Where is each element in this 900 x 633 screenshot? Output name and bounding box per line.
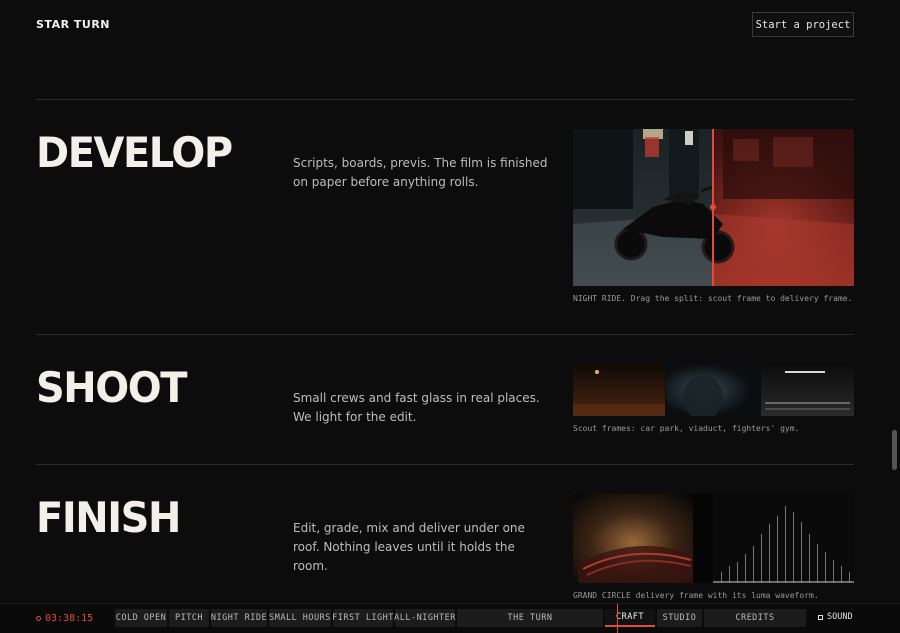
record-dot-icon	[36, 616, 41, 621]
chapter-first-light[interactable]: FIRST LIGHT	[332, 609, 393, 627]
sound-icon	[818, 614, 823, 620]
section-description-shoot: Small crews and fast glass in real place…	[293, 391, 540, 424]
chapter-craft[interactable]: CRAFT	[605, 609, 655, 627]
section-title-develop: DEVELOP	[36, 128, 233, 177]
section-title-finish: FINISH	[36, 493, 181, 542]
brand-logo[interactable]: STAR TURN	[36, 18, 110, 31]
grand-circle-scene	[573, 494, 854, 583]
night-ride-split-image[interactable]	[573, 129, 854, 286]
page-scrollbar[interactable]	[892, 430, 897, 470]
night-ride-scene	[573, 129, 854, 286]
start-project-button[interactable]: Start a project	[752, 12, 854, 37]
chapter-the-turn[interactable]: THE TURN	[457, 609, 603, 627]
timeline-bar: 03:38:15 COLD OPEN PITCH NIGHT RIDE SMAL…	[0, 603, 900, 633]
grand-circle-frame-with-waveform	[573, 494, 854, 583]
caption-finish: GRAND CIRCLE delivery frame with its lum…	[573, 591, 819, 600]
chapter-studio[interactable]: STUDIO	[657, 609, 702, 627]
site-header: STAR TURN Start a project	[0, 0, 900, 56]
timeline-playhead[interactable]	[617, 604, 618, 633]
chapter-pitch[interactable]: PITCH	[169, 609, 209, 627]
section-divider	[36, 99, 854, 100]
scout-frames-strip	[573, 364, 854, 416]
chapter-all-nighter[interactable]: ALL-NIGHTER	[394, 609, 455, 627]
sound-toggle[interactable]: SOUND	[818, 612, 853, 622]
chapter-small-hours[interactable]: SMALL HOURS	[269, 609, 331, 627]
timecode: 03:38:15	[36, 613, 93, 624]
sound-label: SOUND	[827, 612, 853, 622]
chapter-list: COLD OPEN PITCH NIGHT RIDE SMALL HOURS F…	[115, 609, 806, 627]
caption-shoot: Scout frames: car park, viaduct, fighter…	[573, 424, 800, 433]
section-description-finish: Edit, grade, mix and deliver under one r…	[293, 521, 525, 573]
chapter-credits[interactable]: CREDITS	[704, 609, 806, 627]
section-divider	[36, 334, 854, 335]
caption-develop: NIGHT RIDE. Drag the split: scout frame …	[573, 294, 853, 303]
timecode-value: 03:38:15	[45, 613, 94, 624]
chapter-night-ride[interactable]: NIGHT RIDE	[211, 609, 267, 627]
section-title-shoot: SHOOT	[36, 363, 187, 412]
section-description-develop: Scripts, boards, previs. The film is fin…	[293, 156, 548, 189]
scout-frames	[573, 364, 854, 416]
section-divider	[36, 464, 854, 465]
chapter-cold-open[interactable]: COLD OPEN	[115, 609, 167, 627]
